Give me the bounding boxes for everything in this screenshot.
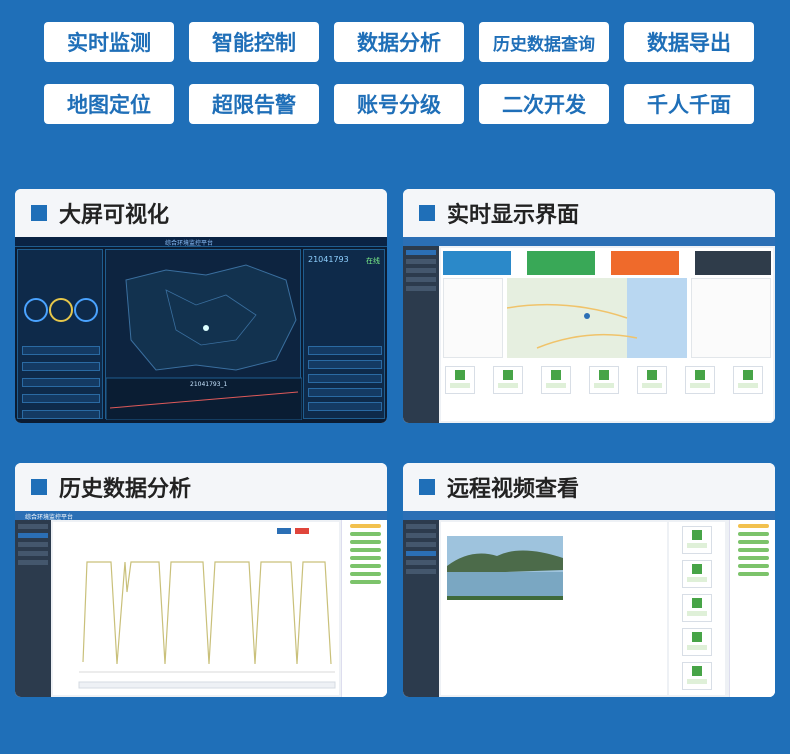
card-video[interactable]: 远程视频查看: [403, 463, 775, 697]
stat-tile: [611, 251, 679, 275]
feature-pill[interactable]: 千人千面: [624, 84, 754, 124]
square-icon: [419, 205, 435, 221]
square-icon: [419, 479, 435, 495]
location-pin-icon: [203, 325, 209, 331]
device-info-panel: [691, 278, 771, 358]
region-map: [105, 264, 303, 421]
card-title: 大屏可视化: [59, 203, 170, 228]
square-icon: [31, 479, 47, 495]
data-row: [308, 402, 382, 411]
app-sidebar: [403, 246, 439, 423]
feature-pill[interactable]: 数据分析: [334, 22, 464, 62]
card-title: 历史数据分析: [59, 477, 192, 502]
app-sidebar: [403, 520, 439, 697]
gauge-icon: [24, 298, 48, 322]
sensor-card: [541, 366, 571, 394]
map-image: [506, 278, 687, 358]
dashboard-screenshot: 综合环境监控平台 21041793_1 21041793 在线: [15, 237, 387, 423]
chart-area: [53, 522, 339, 695]
card-title: 远程视频查看: [447, 477, 580, 502]
gauge-icon: [49, 298, 73, 322]
data-row: [308, 374, 382, 383]
sensor-card: [445, 366, 475, 394]
app-topbar: [403, 237, 775, 246]
stat-tile: [695, 251, 771, 275]
sensor-card: [682, 560, 712, 588]
sensor-card: [637, 366, 667, 394]
map-view[interactable]: [506, 278, 687, 358]
square-icon: [31, 205, 47, 221]
realtime-screenshot: [403, 237, 775, 423]
sensor-card: [682, 594, 712, 622]
feature-pill[interactable]: 超限告警: [189, 84, 319, 124]
data-row: [308, 388, 382, 397]
card-title: 实时显示界面: [447, 203, 580, 228]
sensor-card: [682, 628, 712, 656]
status-badge: 在线: [366, 257, 380, 265]
history-line-chart: [78, 528, 336, 689]
sensor-card: [733, 366, 763, 394]
data-row: [22, 346, 100, 355]
screen-topbar: 综合环境监控平台: [15, 237, 387, 247]
device-tree: [729, 520, 775, 697]
sensor-card: [685, 366, 715, 394]
feature-pill[interactable]: 实时监测: [44, 22, 174, 62]
device-id: 21041793: [308, 255, 349, 264]
card-header: 实时显示界面: [403, 189, 775, 237]
data-row: [22, 394, 100, 403]
video-frame[interactable]: [441, 522, 667, 695]
map-panel: 21041793_1: [105, 249, 303, 421]
sensor-card: [589, 366, 619, 394]
app-topbar: [403, 511, 775, 520]
sensor-card: [682, 526, 712, 554]
feature-grid: 实时监测 智能控制 数据分析 历史数据查询 数据导出 地图定位 超限告警 账号分…: [44, 22, 754, 124]
gauge-icon: [74, 298, 98, 322]
feature-pill[interactable]: 地图定位: [44, 84, 174, 124]
sensor-card: [493, 366, 523, 394]
device-tree: [341, 520, 387, 697]
card-header: 远程视频查看: [403, 463, 775, 511]
data-row: [308, 346, 382, 355]
video-screenshot: [403, 511, 775, 697]
app-main: [441, 248, 773, 421]
location-pin-icon: [584, 313, 590, 319]
feature-pill[interactable]: 智能控制: [189, 22, 319, 62]
data-row: [22, 362, 100, 371]
data-row: [308, 360, 382, 369]
platform-title: 综合环境监控平台: [165, 240, 214, 247]
card-realtime[interactable]: 实时显示界面: [403, 189, 775, 423]
card-history[interactable]: 历史数据分析 综合环境监控平台: [15, 463, 387, 697]
history-screenshot: 综合环境监控平台: [15, 511, 387, 697]
feature-pill[interactable]: 二次开发: [479, 84, 609, 124]
feature-pill[interactable]: 历史数据查询: [479, 22, 609, 62]
stat-tile: [527, 251, 595, 275]
card-big-screen[interactable]: 大屏可视化 综合环境监控平台 21041793_1 21041793 在线: [15, 189, 387, 423]
right-panel: 21041793 在线: [303, 249, 385, 419]
card-header: 历史数据分析: [15, 463, 387, 511]
data-row: [22, 378, 100, 387]
sensor-column: [669, 522, 725, 695]
left-panel: [17, 249, 103, 419]
app-topbar: 综合环境监控平台: [15, 511, 387, 521]
center-label: 21041793_1: [190, 381, 228, 388]
card-header: 大屏可视化: [15, 189, 387, 237]
feature-pill[interactable]: 数据导出: [624, 22, 754, 62]
sensor-card: [682, 662, 712, 690]
app-sidebar: [15, 520, 51, 697]
data-row: [22, 410, 100, 419]
stat-tile: [443, 251, 511, 275]
video-area: [441, 522, 667, 695]
device-tree: [443, 278, 503, 358]
feature-pill[interactable]: 账号分级: [334, 84, 464, 124]
